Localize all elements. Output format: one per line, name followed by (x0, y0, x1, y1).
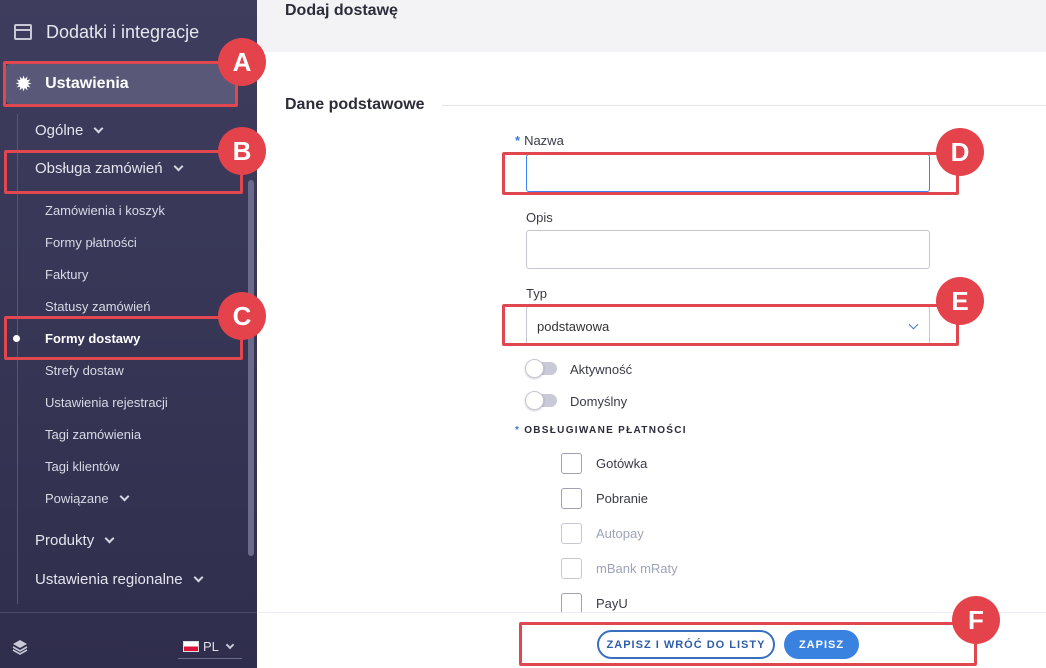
annotation-badge-a: A (218, 38, 266, 86)
description-label: Opis (526, 210, 553, 225)
sidebar-item-label: Faktury (45, 267, 89, 282)
required-asterisk: * (515, 133, 521, 148)
sidebar-group-label: Ogólne (35, 122, 84, 139)
sidebar-item-payment-methods[interactable]: Formy płatności (45, 235, 137, 250)
language-select[interactable]: PL (178, 635, 242, 659)
payment-checkbox-cod[interactable] (561, 488, 582, 509)
sidebar-item-customer-tags[interactable]: Tagi klientów (45, 459, 119, 474)
sidebar-item-label: Dodatki i integracje (46, 21, 200, 42)
sidebar-group-label: Ustawienia regionalne (35, 571, 183, 588)
payment-checkbox-autopay[interactable] (561, 523, 582, 544)
name-label: * Nazwa (515, 133, 564, 148)
annotation-badge-b: B (218, 127, 266, 175)
sidebar-group-label: Produkty (35, 532, 95, 549)
payment-label-autopay: Autopay (596, 526, 644, 541)
chevron-down-icon (93, 123, 104, 134)
sidebar-item-label: Zamówienia i koszyk (45, 203, 165, 218)
payments-heading: * OBSŁUGIWANE PŁATNOŚCI (515, 425, 687, 436)
window-icon (14, 24, 32, 40)
section-divider (442, 105, 1046, 106)
annotation-box-f (519, 622, 977, 666)
chevron-down-icon (193, 572, 204, 583)
page-title: Dodaj dostawę (285, 2, 398, 19)
sidebar-group-general[interactable]: Ogólne (35, 122, 104, 139)
payment-label-cash: Gotówka (596, 456, 648, 471)
sidebar-scrollbar[interactable] (248, 180, 254, 556)
chevron-down-icon (104, 533, 115, 544)
annotation-box-a (3, 61, 238, 107)
chevron-down-icon (119, 491, 130, 502)
sidebar-item-label: Tagi klientów (45, 459, 120, 474)
sidebar-item-addons[interactable]: Dodatki i integracje (0, 14, 257, 50)
payment-label-cod: Pobranie (596, 491, 649, 506)
sidebar-item-label: Powiązane (45, 491, 109, 506)
section-title: Dane podstawowe (285, 96, 425, 113)
annotation-box-b (4, 150, 243, 194)
sidebar-footer: PL (0, 612, 257, 668)
sidebar-item-registration-settings[interactable]: Ustawienia rejestracji (45, 395, 168, 410)
annotation-box-c (4, 316, 243, 360)
sidebar-group-products[interactable]: Produkty (35, 532, 115, 549)
chevron-down-icon (225, 640, 235, 649)
payments-heading-text: OBSŁUGIWANE PŁATNOŚCI (524, 425, 687, 436)
annotation-badge-c: C (218, 292, 266, 340)
sidebar-item-related[interactable]: Powiązane (45, 491, 130, 506)
language-label: PL (203, 639, 219, 654)
sidebar-item-label: Statusy zamówień (45, 299, 151, 314)
sidebar-item-label: Strefy dostaw (45, 363, 124, 378)
name-label-text: Nazwa (524, 133, 564, 148)
payment-label-payu: PayU (596, 596, 628, 611)
default-toggle-label: Domyślny (570, 394, 628, 409)
annotation-badge-f: F (952, 596, 1000, 644)
required-asterisk: * (515, 425, 521, 436)
annotation-box-d (502, 152, 959, 195)
payment-label-mbank: mBank mRaty (596, 561, 678, 576)
type-label: Typ (526, 286, 547, 301)
payment-checkbox-payu[interactable] (561, 593, 582, 614)
description-input[interactable] (526, 230, 930, 269)
payment-checkbox-mbank[interactable] (561, 558, 582, 579)
sidebar-group-regional[interactable]: Ustawienia regionalne (35, 571, 204, 588)
active-toggle-label: Aktywność (570, 362, 633, 377)
sidebar-item-label: Formy płatności (45, 235, 137, 250)
default-toggle[interactable] (525, 391, 557, 410)
sidebar-item-orders-cart[interactable]: Zamówienia i koszyk (45, 203, 165, 218)
flag-pl-icon (183, 641, 199, 652)
annotation-badge-d: D (936, 128, 984, 176)
payment-checkbox-cash[interactable] (561, 453, 582, 474)
annotation-badge-e: E (936, 277, 984, 325)
sidebar-item-order-tags[interactable]: Tagi zamówienia (45, 427, 141, 442)
layers-icon[interactable] (12, 639, 28, 655)
sidebar-item-delivery-zones[interactable]: Strefy dostaw (45, 363, 124, 378)
sidebar-item-label: Ustawienia rejestracji (45, 395, 168, 410)
sidebar-item-order-statuses[interactable]: Statusy zamówień (45, 299, 151, 314)
active-toggle[interactable] (525, 359, 557, 378)
sidebar-item-label: Tagi zamówienia (45, 427, 142, 442)
annotation-box-e (502, 304, 959, 346)
sidebar-item-invoices[interactable]: Faktury (45, 267, 88, 282)
